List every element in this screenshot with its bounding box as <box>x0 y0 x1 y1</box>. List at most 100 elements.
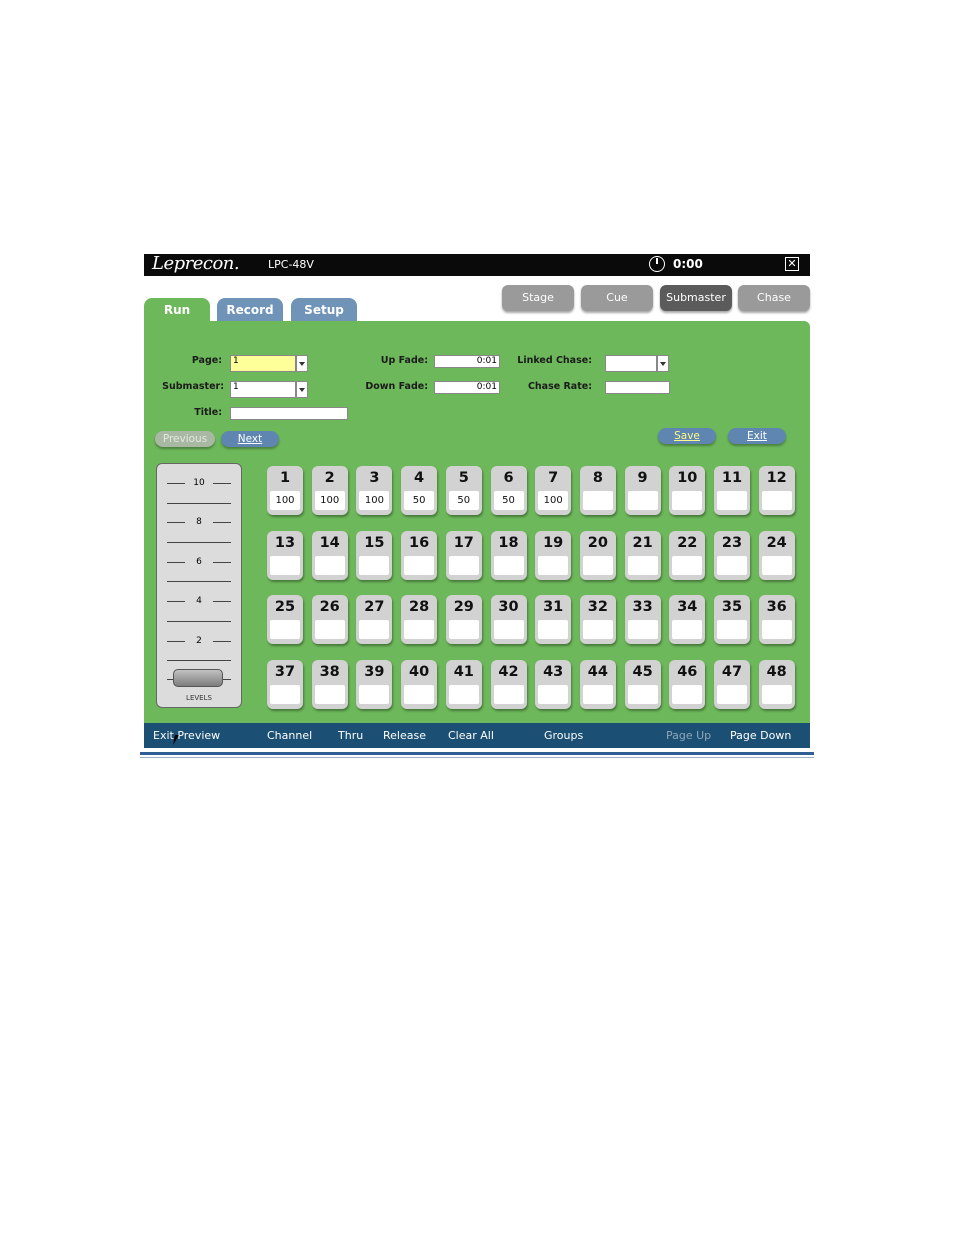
channel-button[interactable]: 37 <box>267 660 303 710</box>
channel-number: 14 <box>319 534 340 551</box>
release-button[interactable]: Release <box>383 729 426 742</box>
channel-button[interactable]: 5 50 <box>445 466 482 515</box>
channel-button[interactable]: 45 <box>624 660 661 710</box>
channel-button[interactable]: 3 100 <box>356 466 393 515</box>
channel-button[interactable]: 6 50 <box>490 466 527 515</box>
next-button[interactable]: Next <box>221 431 279 447</box>
channel-button[interactable]: 47 <box>714 660 750 710</box>
linked-chase-dropdown-icon[interactable] <box>657 355 669 372</box>
channel-button[interactable]: 35 <box>714 595 750 645</box>
channel-button[interactable]: 32 <box>579 595 616 645</box>
page-up-button[interactable]: Page Up <box>666 729 711 742</box>
channel-level <box>314 555 345 575</box>
channel-level <box>582 555 613 575</box>
channel-level <box>672 685 703 705</box>
channel-button[interactable]: 1 100 <box>267 466 303 515</box>
up-fade-input[interactable]: 0:01 <box>434 355 500 368</box>
channel-number: 9 <box>637 470 648 486</box>
channel-number: 41 <box>453 664 474 681</box>
channel-level <box>761 555 792 575</box>
channel-level <box>404 555 435 575</box>
channel-level <box>493 555 524 575</box>
save-button[interactable]: Save <box>658 428 716 444</box>
channel-button[interactable]: 33 <box>624 595 661 645</box>
channel-button[interactable]: 15 <box>356 530 393 580</box>
channel-button[interactable]: 43 <box>535 660 572 710</box>
channel-button[interactable]: 31 <box>535 595 572 645</box>
page-dropdown-icon[interactable] <box>296 355 308 372</box>
channel-button[interactable]: 23 <box>714 530 750 580</box>
channel-button[interactable]: 18 <box>490 530 527 580</box>
fader-scale-label: 10 <box>185 478 213 488</box>
channel-button[interactable]: 25 <box>267 595 303 645</box>
channel-button[interactable]: 11 <box>714 466 750 515</box>
channel-button[interactable]: 40 <box>401 660 438 710</box>
linked-chase-input[interactable] <box>605 355 657 372</box>
channel-button[interactable]: 13 <box>267 530 303 580</box>
thru-button[interactable]: Thru <box>338 729 363 742</box>
channel-button[interactable]: 19 <box>535 530 572 580</box>
channel-button[interactable]: 34 <box>669 595 706 645</box>
channel-level <box>672 555 703 575</box>
channel-button[interactable]: 28 <box>401 595 438 645</box>
channel-button[interactable]: 22 <box>669 530 706 580</box>
channel-button[interactable]: 36 <box>758 595 795 645</box>
close-icon[interactable]: ✕ <box>785 257 799 271</box>
channel-button[interactable]: 26 <box>311 595 348 645</box>
stage-button[interactable]: Stage <box>502 285 574 311</box>
channel-button[interactable]: 14 <box>311 530 348 580</box>
channel-button[interactable]: 10 <box>669 466 706 515</box>
down-fade-input[interactable]: 0:01 <box>434 381 500 394</box>
channel-button[interactable]: 16 <box>401 530 438 580</box>
channel-button[interactable]: 29 <box>445 595 482 645</box>
groups-button[interactable]: Groups <box>544 729 583 742</box>
levels-fader[interactable]: 10 8 6 4 2 LEVELS <box>156 463 242 708</box>
channel-button[interactable]: 38 <box>311 660 348 710</box>
channel-button[interactable]: 39 <box>356 660 393 710</box>
channel-button[interactable]: 27 <box>356 595 393 645</box>
chase-rate-input[interactable] <box>605 381 670 394</box>
submaster-dropdown-icon[interactable] <box>296 381 308 398</box>
channel-button[interactable]: 21 <box>624 530 661 580</box>
channel-button[interactable]: 2 100 <box>311 466 348 515</box>
channel-number: 1 <box>279 470 291 486</box>
channel-button[interactable]: 48 <box>758 660 795 710</box>
channel-level <box>538 555 569 575</box>
exit-button[interactable]: Exit <box>728 428 786 444</box>
channel-button[interactable]: 7 100 <box>535 466 572 515</box>
channel-number: 16 <box>409 534 430 551</box>
channel-button[interactable]: 46 <box>669 660 706 710</box>
page-input[interactable]: 1 <box>230 355 296 372</box>
page-label: Page: <box>191 355 222 366</box>
channel-button[interactable]: Channel <box>267 729 312 742</box>
channel-button[interactable]: 24 <box>758 530 795 580</box>
tab-record[interactable]: Record <box>217 298 283 322</box>
tab-setup[interactable]: Setup <box>291 298 357 322</box>
title-input[interactable] <box>230 407 348 420</box>
channel-number: 15 <box>364 534 385 551</box>
submaster-button[interactable]: Submaster <box>660 285 732 311</box>
previous-button[interactable]: Previous <box>155 431 215 447</box>
channel-button[interactable]: 20 <box>579 530 616 580</box>
channel-button[interactable]: 9 <box>624 466 661 515</box>
submaster-input[interactable]: 1 <box>230 381 296 398</box>
channel-level <box>493 685 524 705</box>
chase-button[interactable]: Chase <box>738 285 810 311</box>
page-down-button[interactable]: Page Down <box>730 729 791 742</box>
channel-button[interactable]: 8 <box>579 466 616 515</box>
channel-level <box>359 620 390 640</box>
clear-all-button[interactable]: Clear All <box>448 729 494 742</box>
channel-button[interactable]: 17 <box>445 530 482 580</box>
channel-button[interactable]: 42 <box>490 660 527 710</box>
fader-knob[interactable] <box>173 669 223 687</box>
channel-button[interactable]: 30 <box>490 595 527 645</box>
channel-level <box>672 491 703 510</box>
channel-button[interactable]: 12 <box>758 466 795 515</box>
exit-preview-button[interactable]: Exit Preview <box>153 729 220 742</box>
channel-button[interactable]: 41 <box>445 660 482 710</box>
cue-button[interactable]: Cue <box>581 285 653 311</box>
channel-button[interactable]: 44 <box>579 660 616 710</box>
channel-button[interactable]: 4 50 <box>401 466 438 515</box>
run-panel: Page: 1 Submaster: 1 Title: Up Fade: 0:0… <box>144 321 810 723</box>
tab-run[interactable]: Run <box>144 298 210 322</box>
